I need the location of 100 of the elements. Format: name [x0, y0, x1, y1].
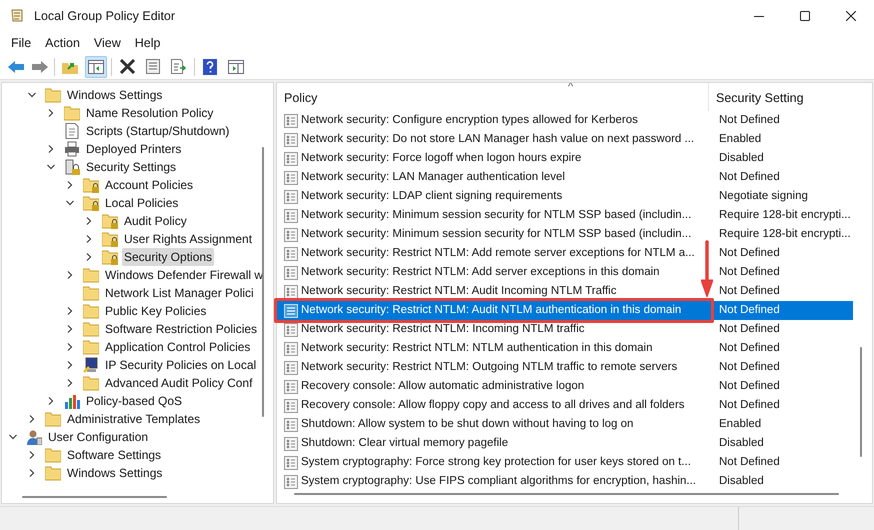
- table-cell-text: Not Defined: [719, 340, 780, 356]
- table-row[interactable]: Network security: Configure encryption types allowed for Kerberos Not Defined: [277, 111, 853, 130]
- tree-item[interactable]: Account Policies: [103, 176, 196, 194]
- table-cell-text: Not Defined: [719, 360, 780, 375]
- policy-icon: [284, 228, 298, 242]
- scroll-icon: [10, 8, 25, 24]
- policy-icon: [284, 152, 298, 166]
- menu-item[interactable]: File: [4, 32, 38, 54]
- tree-item[interactable]: Security Settings: [84, 158, 178, 176]
- policy-icon: [284, 418, 298, 432]
- locked-folder-icon: [102, 249, 118, 265]
- chevron-icon[interactable]: [27, 90, 37, 100]
- policy-icon: [284, 114, 298, 128]
- chevron-icon[interactable]: [65, 324, 75, 334]
- chevron-icon[interactable]: [8, 432, 18, 442]
- table-row[interactable]: Network security: Restrict NTLM: Outgoing NTLM traffic to remote servers Not Defined: [277, 358, 853, 377]
- tree-item[interactable]: Deployed Printers: [84, 140, 184, 158]
- table-cell-text: Network security: LAN Manager authentication level: [301, 170, 566, 185]
- chevron-icon[interactable]: [65, 360, 75, 370]
- menu-item[interactable]: Help: [128, 32, 168, 54]
- table-cell-text: Network security: Configure encryption types allowed for Kerberos: [301, 112, 639, 128]
- table-row[interactable]: Network security: Restrict NTLM: Add remote server exceptions for NTLM a... Not Defined: [277, 244, 853, 263]
- tree-item[interactable]: Policy-based QoS: [84, 392, 184, 410]
- tree-item[interactable]: Administrative Templates: [65, 410, 202, 428]
- column-header[interactable]: Security Setting: [709, 83, 869, 111]
- tree-item[interactable]: Public Key Policies: [103, 302, 208, 320]
- folder-icon: [83, 375, 99, 391]
- tree-item[interactable]: Software Settings: [65, 446, 164, 464]
- chevron-icon[interactable]: [65, 306, 75, 316]
- left-arrow-icon: [8, 60, 24, 72]
- chevron-icon[interactable]: [27, 450, 37, 460]
- table-row[interactable]: Network security: Minimum session security for NTLM SSP based (includin... Require 128-bit encrypti...: [277, 225, 853, 244]
- chevron-icon[interactable]: [65, 180, 75, 190]
- export-list-icon: [171, 59, 187, 74]
- chevron-icon[interactable]: [46, 144, 56, 154]
- x-icon: [120, 59, 134, 74]
- tree-item[interactable]: Application Control Policies: [103, 338, 252, 356]
- table-row[interactable]: Network security: Do not store LAN Manager hash value on next password ... Enabled: [277, 130, 853, 149]
- tree-item[interactable]: Network List Manager Polici: [103, 284, 256, 302]
- tree-item[interactable]: Security Options: [122, 248, 214, 266]
- tree-item[interactable]: Advanced Audit Policy Conf: [103, 374, 254, 392]
- tree-item[interactable]: Windows Settings: [65, 464, 164, 482]
- show-tree-button[interactable]: [85, 56, 107, 78]
- chevron-icon[interactable]: [84, 234, 94, 244]
- table-cell-text: Shutdown: Allow system to be shut down without having to log on: [301, 416, 634, 432]
- table-row[interactable]: Network security: LDAP client signing requirements Negotiate signing: [277, 187, 853, 206]
- printer-icon: [64, 141, 80, 157]
- table-cell-text: Require 128-bit encrypti...: [719, 208, 851, 223]
- chevron-icon[interactable]: [27, 414, 37, 424]
- policy-icon: [284, 246, 298, 260]
- chevron-icon[interactable]: [46, 396, 56, 406]
- tree-item[interactable]: User Rights Assignment: [122, 230, 254, 248]
- chevron-icon[interactable]: [84, 252, 94, 262]
- chevron-icon[interactable]: [84, 216, 94, 226]
- tree-item[interactable]: Local Policies: [103, 194, 180, 212]
- chevron-icon[interactable]: [65, 342, 75, 352]
- chevron-icon[interactable]: [46, 162, 56, 172]
- table-row[interactable]: Network security: LAN Manager authentication level Not Defined: [277, 168, 853, 187]
- tree-item[interactable]: Software Restriction Policies: [103, 320, 260, 338]
- tree-item[interactable]: Windows Settings: [65, 86, 164, 104]
- chevron-icon[interactable]: [65, 378, 75, 388]
- table-row[interactable]: Network security: Restrict NTLM: Add server exceptions in this domain Not Defined: [277, 263, 853, 282]
- script-icon: [64, 123, 80, 139]
- table-row[interactable]: Network security: Minimum session security for NTLM SSP based (includin... Require 128-bit encrypti...: [277, 206, 853, 225]
- chevron-icon[interactable]: [65, 270, 75, 280]
- table-cell-text: Network security: Restrict NTLM: Incoming NTLM traffic: [301, 322, 586, 337]
- table-row[interactable]: System cryptography: Use FIPS compliant algorithms for encryption, hashin... Disabled: [277, 472, 853, 491]
- table-row[interactable]: Shutdown: Clear virtual memory pagefile Disabled: [277, 434, 853, 453]
- table-row[interactable]: System cryptography: Force strong key protection for user keys stored on t... Not Defined: [277, 453, 853, 472]
- table-cell-text: System cryptography: Force strong key protection for user keys stored on t...: [301, 454, 692, 470]
- table-cell-text: Not Defined: [719, 322, 780, 337]
- table-row[interactable]: Network security: Restrict NTLM: Audit Incoming NTLM Traffic Not Defined: [277, 282, 853, 301]
- table-row[interactable]: Network security: Restrict NTLM: Incoming NTLM traffic Not Defined: [277, 320, 853, 339]
- policy-icon: [284, 132, 298, 146]
- table-cell-text: Network security: Minimum session security for NTLM SSP based (includin...: [301, 208, 692, 223]
- policy-icon: [284, 170, 298, 184]
- menu-item[interactable]: Action: [38, 32, 87, 54]
- table-row[interactable]: Network security: Force logoff when logon hours expire Disabled: [277, 149, 853, 168]
- table-row[interactable]: Recovery console: Allow floppy copy and access to all drives and all folders Not Defined: [277, 396, 853, 415]
- chevron-icon[interactable]: [27, 468, 37, 478]
- user-icon: [26, 429, 42, 445]
- table-cell-text: Recovery console: Allow automatic administrative logon: [301, 378, 586, 394]
- monitor-key-icon: [83, 357, 99, 373]
- folder-icon: [64, 105, 80, 121]
- table-cell-text: Network security: Restrict NTLM: Add server exceptions in this domain: [301, 264, 661, 280]
- policy-icon: [284, 284, 298, 298]
- table-row[interactable]: Network security: Restrict NTLM: Audit NTLM authentication in this domain Not Defined: [277, 301, 853, 320]
- table-row[interactable]: Shutdown: Allow system to be shut down without having to log on Enabled: [277, 415, 853, 434]
- menu-item[interactable]: View: [86, 32, 128, 54]
- tree-item[interactable]: User Configuration: [46, 428, 150, 446]
- tree-item[interactable]: Audit Policy: [122, 212, 189, 230]
- table-row[interactable]: Network security: Restrict NTLM: NTLM authentication in this domain Not Defined: [277, 339, 853, 358]
- table-row[interactable]: Recovery console: Allow automatic administrative logon Not Defined: [277, 377, 853, 396]
- tree-item[interactable]: IP Security Policies on Local: [103, 356, 258, 374]
- chevron-icon[interactable]: [65, 198, 75, 208]
- chevron-icon[interactable]: [46, 108, 56, 118]
- tree-item[interactable]: Name Resolution Policy: [84, 104, 216, 122]
- tree-item[interactable]: Scripts (Startup/Shutdown): [84, 122, 232, 140]
- policy-icon: [284, 266, 298, 280]
- bar-chart-icon: [64, 393, 80, 409]
